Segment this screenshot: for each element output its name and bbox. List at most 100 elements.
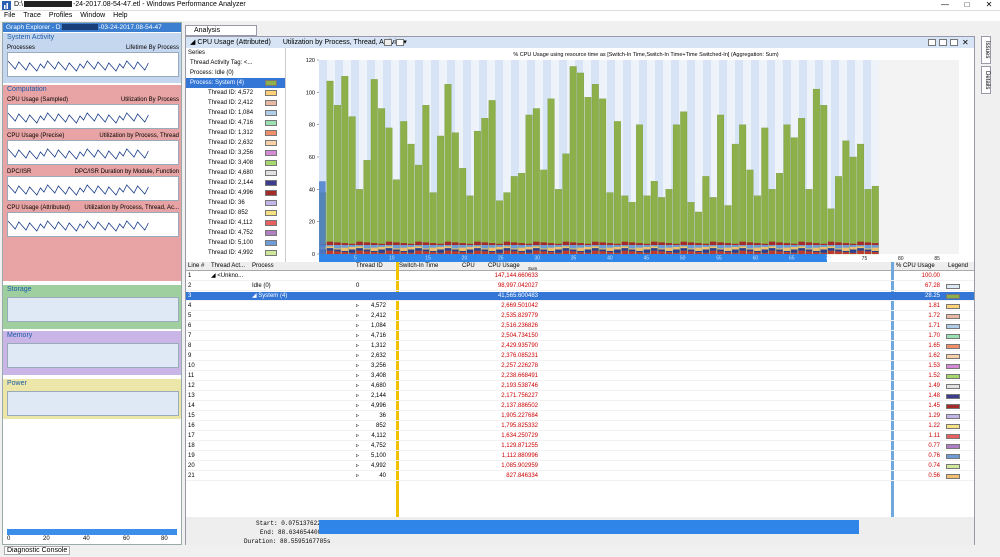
- bar[interactable]: [680, 111, 688, 255]
- bar[interactable]: [569, 66, 577, 255]
- table-row[interactable]: 1 ◢ <Unkno... 147,144.660633 100.00: [186, 272, 974, 281]
- bar[interactable]: [577, 72, 585, 255]
- legend-swatch[interactable]: [946, 464, 960, 469]
- category-system-activity[interactable]: System Activity Processes Lifetime By Proc…: [3, 33, 181, 83]
- col-pct-cpu-usage[interactable]: % CPU Usage: [896, 262, 935, 271]
- bar[interactable]: [326, 80, 334, 255]
- bar[interactable]: [488, 100, 496, 255]
- graph-thumbnail[interactable]: [7, 297, 179, 322]
- series-swatch[interactable]: [265, 120, 277, 126]
- category-header[interactable]: System Activity: [3, 33, 181, 43]
- series-item[interactable]: Process: Idle (0): [186, 68, 285, 78]
- bar[interactable]: [459, 168, 467, 255]
- menu-trace[interactable]: Trace: [19, 11, 45, 21]
- series-swatch[interactable]: [265, 100, 277, 106]
- series-item[interactable]: Thread ID: 2,412: [186, 98, 285, 108]
- series-item[interactable]: Thread ID: 852: [186, 208, 285, 218]
- menu-file[interactable]: File: [0, 11, 19, 21]
- close-button[interactable]: ✕: [978, 0, 1000, 10]
- series-swatch[interactable]: [265, 80, 277, 86]
- bar[interactable]: [378, 108, 386, 255]
- legend-swatch[interactable]: [946, 394, 960, 399]
- legend-swatch[interactable]: [946, 354, 960, 359]
- legend-swatch[interactable]: [946, 474, 960, 479]
- expand-icon[interactable]: ▹: [356, 462, 359, 471]
- category-header[interactable]: Memory: [3, 331, 181, 341]
- legend-swatch[interactable]: [946, 334, 960, 339]
- legend-swatch[interactable]: [946, 424, 960, 429]
- tab-details[interactable]: Details: [981, 66, 991, 94]
- bar[interactable]: [599, 98, 607, 255]
- category-header[interactable]: Computation: [3, 85, 181, 95]
- bar[interactable]: [370, 79, 378, 255]
- bar[interactable]: [812, 88, 820, 255]
- bar[interactable]: [547, 98, 555, 255]
- explorer-time-ruler[interactable]: [7, 529, 177, 535]
- bar[interactable]: [363, 160, 371, 255]
- bar[interactable]: [857, 143, 865, 255]
- series-item[interactable]: Thread ID: 1,084: [186, 108, 285, 118]
- series-swatch[interactable]: [265, 160, 277, 166]
- expand-icon[interactable]: ▹: [356, 342, 359, 351]
- series-item[interactable]: Thread ID: 1,312: [186, 128, 285, 138]
- series-item[interactable]: Process: System (4): [186, 78, 285, 88]
- bar[interactable]: [415, 164, 422, 255]
- legend-swatch[interactable]: [946, 294, 960, 299]
- graph-thumbnail[interactable]: [7, 391, 179, 416]
- bar[interactable]: [510, 176, 518, 255]
- bar[interactable]: [422, 105, 430, 255]
- expand-icon[interactable]: ▹: [356, 322, 359, 331]
- col-process[interactable]: Process: [252, 262, 274, 271]
- expand-icon[interactable]: ▹: [356, 422, 359, 431]
- expand-icon[interactable]: ▹: [356, 442, 359, 451]
- table-row[interactable]: 7 4,716 ▹ 2,504.734150 1.70: [186, 332, 974, 341]
- bar[interactable]: [783, 124, 791, 255]
- settings-icon[interactable]: [384, 39, 392, 46]
- series-item[interactable]: Thread ID: 5,100: [186, 238, 285, 248]
- expand-icon[interactable]: ▹: [356, 392, 359, 401]
- table-row[interactable]: 20 4,992 ▹ 1,085.902959 0.74: [186, 462, 974, 471]
- graph-thumbnail[interactable]: [7, 212, 179, 237]
- series-swatch[interactable]: [265, 210, 277, 216]
- menu-profiles[interactable]: Profiles: [45, 11, 76, 21]
- bar[interactable]: [731, 143, 739, 255]
- bar[interactable]: [636, 124, 643, 255]
- category-header[interactable]: Power: [3, 379, 181, 389]
- table-row[interactable]: 5 2,412 ▹ 2,535.829779 1.72: [186, 312, 974, 321]
- legend-swatch[interactable]: [946, 444, 960, 449]
- series-swatch[interactable]: [265, 140, 277, 146]
- series-item[interactable]: Thread ID: 3,256: [186, 148, 285, 158]
- category-power[interactable]: Power: [3, 379, 181, 419]
- series-item[interactable]: Thread ID: 4,752: [186, 228, 285, 238]
- bar[interactable]: [820, 105, 828, 255]
- bar[interactable]: [437, 135, 445, 255]
- col-legend[interactable]: Legend: [948, 262, 968, 271]
- minimize-button[interactable]: —: [934, 0, 956, 10]
- table-row[interactable]: 17 4,112 ▹ 1,634.250729 1.11: [186, 432, 974, 441]
- expand-icon[interactable]: ▹: [356, 452, 359, 461]
- bar[interactable]: [407, 143, 415, 255]
- graph-thumbnail[interactable]: [7, 343, 179, 368]
- series-item[interactable]: Thread Activity Tag: <...: [186, 58, 285, 68]
- series-swatch[interactable]: [265, 180, 277, 186]
- table-row[interactable]: 4 4,572 ▹ 2,669.501042 1.81: [186, 302, 974, 311]
- series-item[interactable]: Thread ID: 4,992: [186, 248, 285, 258]
- series-item[interactable]: Thread ID: 4,680: [186, 168, 285, 178]
- legend-swatch[interactable]: [946, 454, 960, 459]
- table-row[interactable]: 12 4,680 ▹ 2,193.538746 1.49: [186, 382, 974, 391]
- bar[interactable]: [451, 132, 459, 255]
- series-item[interactable]: Thread ID: 36: [186, 198, 285, 208]
- bar[interactable]: [591, 84, 599, 255]
- bar[interactable]: [613, 121, 621, 255]
- graph-view-icon[interactable]: [928, 39, 936, 46]
- legend-swatch[interactable]: [946, 434, 960, 439]
- series-swatch[interactable]: [265, 200, 277, 206]
- table-row[interactable]: 18 4,752 ▹ 1,129.871255 0.77: [186, 442, 974, 451]
- camera-icon[interactable]: [396, 39, 404, 46]
- bar[interactable]: [584, 97, 592, 255]
- bar[interactable]: [672, 124, 680, 255]
- expand-icon[interactable]: ▹: [356, 372, 359, 381]
- series-item[interactable]: Thread ID: 2,144: [186, 178, 285, 188]
- table-row[interactable]: 16 852 ▹ 1,795.825332 1.22: [186, 422, 974, 431]
- expand-icon[interactable]: ▹: [356, 412, 359, 421]
